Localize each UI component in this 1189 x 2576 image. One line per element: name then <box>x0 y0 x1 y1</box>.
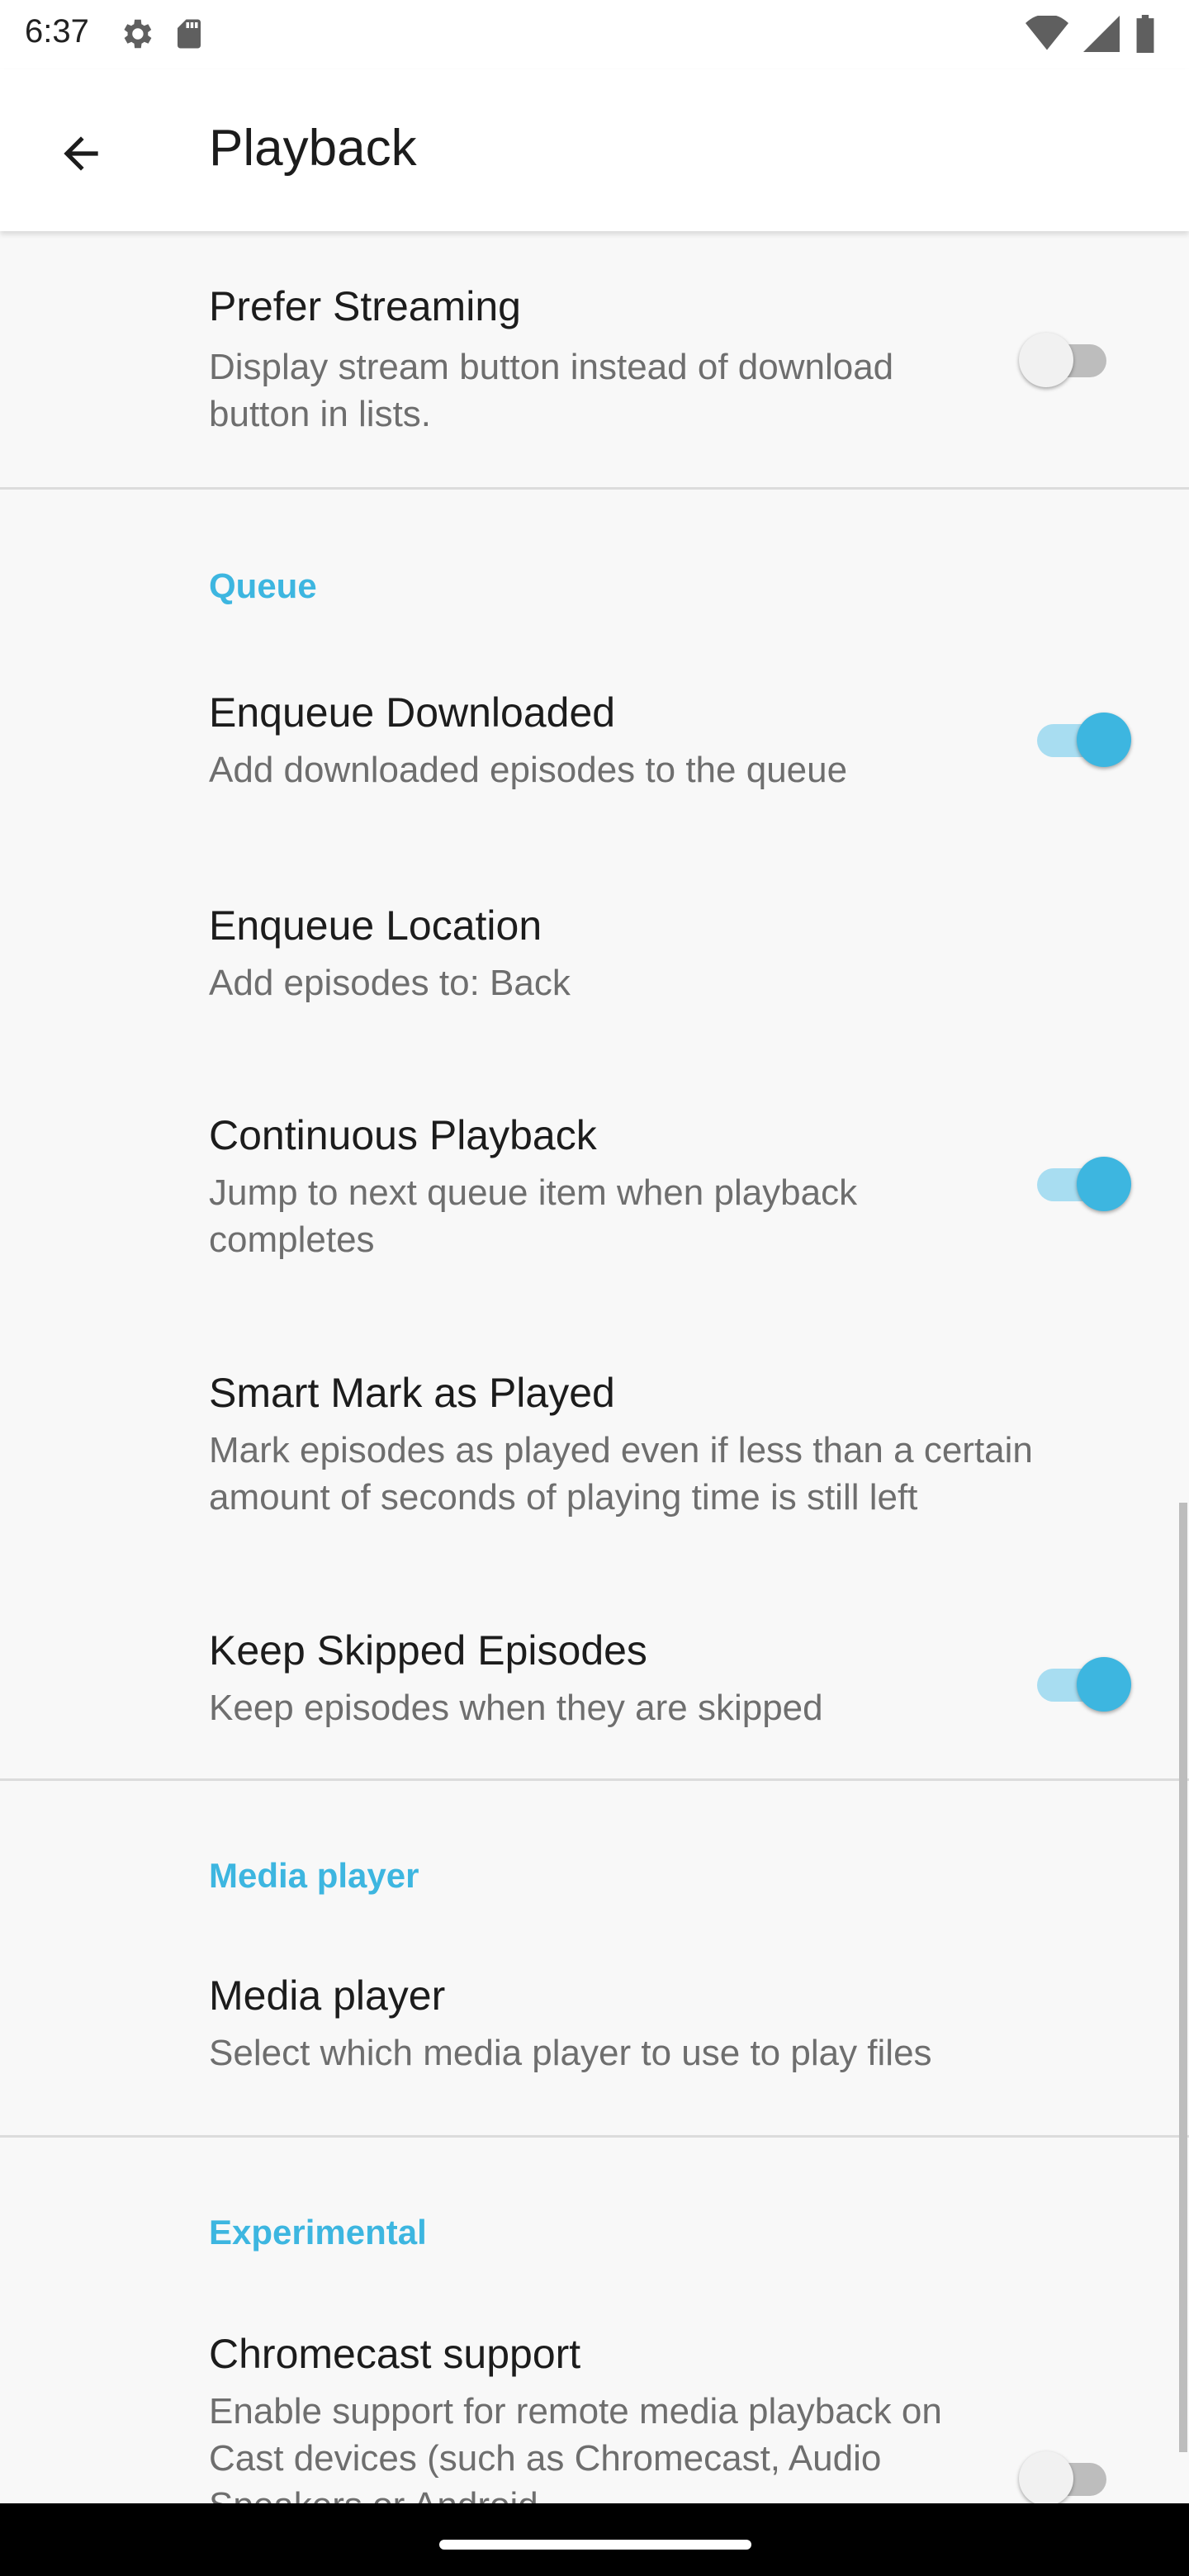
app-bar: Playback <box>0 69 1189 231</box>
navigation-bar <box>0 2503 1189 2576</box>
back-button[interactable] <box>41 116 121 195</box>
continuous-playback-switch[interactable] <box>1032 1154 1131 1212</box>
signal-icon <box>1083 16 1120 56</box>
pref-summary: Keep episodes when they are skipped <box>209 1688 823 1728</box>
status-time: 6:37 <box>25 13 89 50</box>
category-queue: Queue <box>209 566 317 605</box>
scrollbar[interactable] <box>1179 1503 1187 2452</box>
prefer-streaming-switch[interactable] <box>1019 330 1118 388</box>
chromecast-switch[interactable] <box>1019 2449 1118 2503</box>
divider <box>0 487 1189 490</box>
pref-media-player[interactable]: Media player Select which media player t… <box>0 1949 1189 2135</box>
settings-icon <box>117 15 155 57</box>
pref-summary: Select which media player to use to play… <box>209 2033 932 2073</box>
pref-title: Continuous Playback <box>209 1112 597 1158</box>
pref-summary: Add downloaded episodes to the queue <box>209 750 848 790</box>
pref-title: Smart Mark as Played <box>209 1370 615 1416</box>
category-media-player: Media player <box>209 1856 419 1895</box>
pref-summary: Add episodes to: Back <box>209 963 571 1003</box>
pref-chromecast-support[interactable]: Chromecast support Enable support for re… <box>0 2304 1189 2503</box>
divider <box>0 2135 1189 2138</box>
pref-summary: Jump to next queue item when playback co… <box>209 1172 858 1260</box>
sd-card-icon <box>172 15 206 57</box>
pref-title: Chromecast support <box>209 2331 581 2377</box>
arrow-back-icon <box>55 128 107 183</box>
divider <box>0 1778 1189 1781</box>
pref-enqueue-downloaded[interactable]: Enqueue Downloaded Add downloaded episod… <box>0 661 1189 877</box>
category-experimental: Experimental <box>209 2213 427 2252</box>
pref-smart-mark-as-played[interactable]: Smart Mark as Played Mark episodes as pl… <box>0 1349 1189 1605</box>
pref-continuous-playback[interactable]: Continuous Playback Jump to next queue i… <box>0 1093 1189 1349</box>
pref-summary: Enable support for remote media playback… <box>209 2391 942 2503</box>
status-bar: 6:37 <box>0 0 1189 69</box>
settings-list: Prefer Streaming Display stream button i… <box>0 231 1189 2503</box>
battery-icon <box>1135 15 1156 57</box>
pref-enqueue-location[interactable]: Enqueue Location Add episodes to: Back <box>0 877 1189 1093</box>
pref-summary: Display stream button instead of downloa… <box>209 347 894 434</box>
pref-summary: Mark episodes as played even if less tha… <box>209 1430 1033 1518</box>
enqueue-downloaded-switch[interactable] <box>1032 710 1131 768</box>
pref-title: Enqueue Downloaded <box>209 689 616 736</box>
pref-title: Enqueue Location <box>209 902 542 949</box>
pref-title: Keep Skipped Episodes <box>209 1627 647 1674</box>
pref-prefer-streaming[interactable]: Prefer Streaming Display stream button i… <box>0 231 1189 487</box>
keep-skipped-switch[interactable] <box>1032 1655 1131 1712</box>
pref-title: Media player <box>209 1972 446 2019</box>
pref-title: Prefer Streaming <box>209 283 521 329</box>
wifi-icon <box>1026 14 1068 56</box>
page-title: Playback <box>209 120 417 177</box>
home-handle[interactable] <box>439 2540 751 2550</box>
